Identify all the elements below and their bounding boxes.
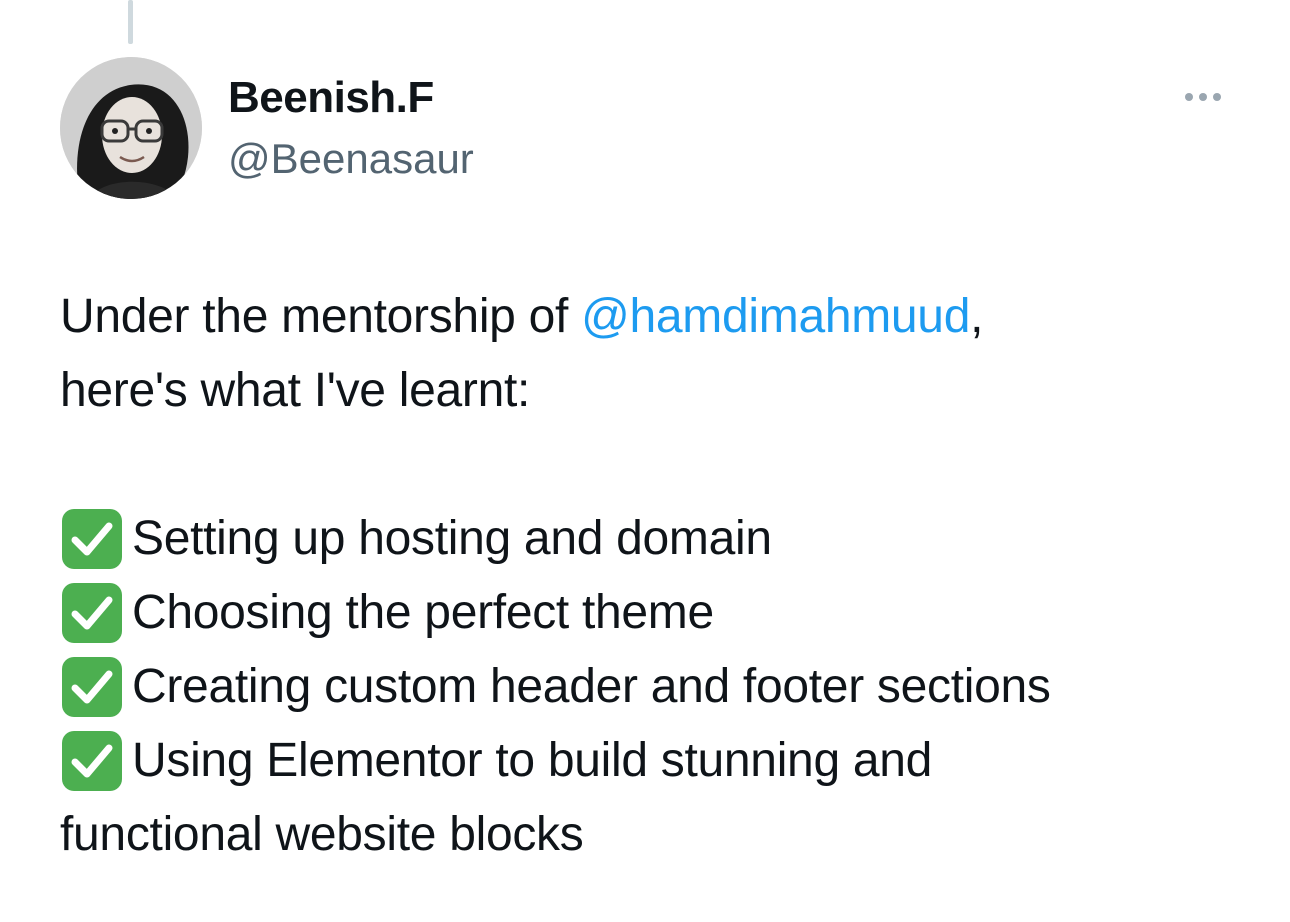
- green-check-icon: [60, 729, 124, 793]
- tweet-text-segment: ,: [970, 290, 984, 343]
- checklist-item-label: Choosing the perfect theme: [132, 586, 714, 639]
- checklist-item: Using Elementor to build stunning and: [60, 724, 1260, 798]
- more-horizontal-icon: [1213, 93, 1221, 101]
- tweet-line: functional website blocks: [60, 798, 1260, 872]
- tweet-text: Under the mentorship of @hamdimahmuud, h…: [60, 280, 1260, 872]
- checklist-item: Creating custom header and footer sectio…: [60, 650, 1260, 724]
- avatar[interactable]: [60, 57, 202, 199]
- checklist-item: Choosing the perfect theme: [60, 576, 1260, 650]
- checklist-item-label: Creating custom header and footer sectio…: [132, 660, 1051, 713]
- more-horizontal-icon: [1199, 93, 1207, 101]
- avatar-photo: [60, 57, 202, 199]
- mention-link[interactable]: @hamdimahmuud: [581, 280, 970, 354]
- green-check-icon: [60, 507, 124, 571]
- green-check-icon: [60, 581, 124, 645]
- tweet-text-segment: here's what I've learnt:: [60, 364, 531, 417]
- tweet-line: here's what I've learnt:: [60, 354, 1260, 428]
- checklist-item: Setting up hosting and domain: [60, 502, 1260, 576]
- green-check-icon: [60, 655, 124, 719]
- more-horizontal-icon: [1185, 93, 1193, 101]
- checklist-item-label: Using Elementor to build stunning and: [132, 734, 933, 787]
- tweet-line: Under the mentorship of @hamdimahmuud,: [60, 280, 1260, 354]
- display-name[interactable]: Beenish.F: [228, 72, 434, 124]
- tweet-text-segment: Under the mentorship of: [60, 290, 582, 343]
- user-handle[interactable]: @Beenasaur: [228, 134, 474, 184]
- tweet-text-segment: functional website blocks: [60, 808, 584, 861]
- thread-connector-line: [128, 0, 133, 44]
- more-options-button[interactable]: [1176, 82, 1230, 112]
- checklist-item-label: Setting up hosting and domain: [132, 512, 772, 565]
